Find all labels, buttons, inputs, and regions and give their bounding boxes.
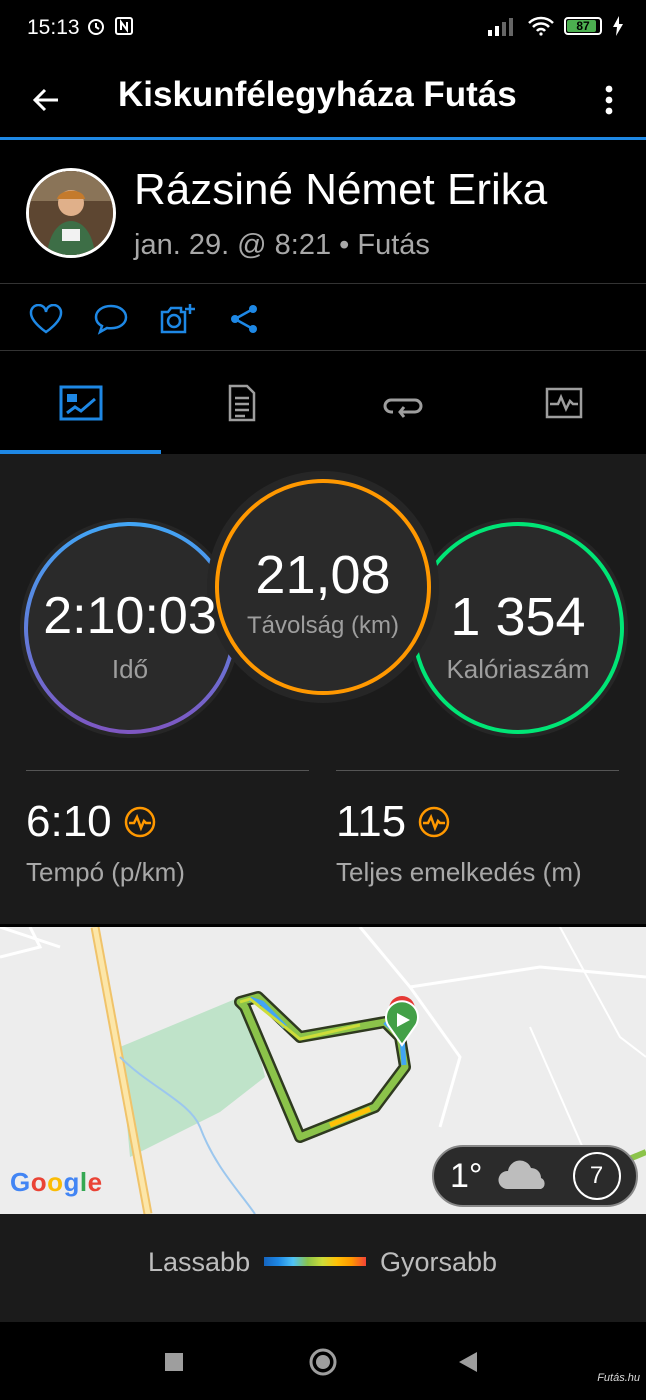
pace-label: Tempó (p/km) — [26, 857, 185, 887]
add-photo-button[interactable] — [158, 299, 198, 339]
activity-icon — [418, 806, 450, 838]
wind-speed: 7 — [589, 1162, 604, 1189]
overflow-menu-button[interactable] — [594, 78, 624, 122]
weather-badge[interactable]: 1° 7 — [432, 1145, 638, 1207]
signal-icon — [488, 18, 513, 36]
speed-gradient — [264, 1257, 366, 1266]
tab-details[interactable] — [161, 352, 322, 454]
calories-value: 1 354 — [450, 586, 586, 647]
distance-label: Távolság (km) — [246, 612, 400, 639]
system-nav-bar — [0, 1322, 646, 1400]
tab-charts[interactable] — [483, 352, 644, 454]
temperature: 1° — [450, 1156, 483, 1195]
home-button[interactable] — [303, 1342, 343, 1382]
arrow-back-icon — [32, 88, 58, 112]
nfc-icon — [115, 17, 133, 35]
triangle-icon — [459, 1352, 477, 1372]
cloud-icon — [498, 1160, 545, 1189]
heart-icon — [29, 304, 63, 334]
activity-tabs — [0, 352, 646, 454]
back-nav-button[interactable] — [448, 1342, 488, 1382]
wind-indicator: 7 — [572, 1152, 621, 1200]
avatar[interactable] — [26, 168, 116, 258]
elevation-label: Teljes emelkedés (m) — [336, 857, 582, 887]
more-vert-icon — [605, 85, 613, 115]
summary-stats: 2:10:03 Idő 1 354 Kalóriaszám 21,08 Távo… — [0, 454, 646, 924]
tab-stats[interactable] — [0, 352, 161, 454]
share-icon — [231, 305, 257, 333]
stats-icon — [59, 385, 102, 421]
chart-icon — [545, 387, 582, 419]
activity-icon — [124, 806, 155, 838]
legend-slow-label: Lassabb — [148, 1247, 251, 1277]
avatar-photo — [29, 171, 113, 255]
elevation-stat: 115 Teljes emelkedés (m) — [336, 770, 619, 888]
google-logo: Google — [10, 1167, 103, 1197]
app-bar: Kiskunfélegyháza Futás — [0, 60, 646, 140]
status-bar: 15:13 87 — [0, 0, 646, 60]
user-name[interactable]: Rázsiné Német Erika — [134, 165, 547, 215]
page-title: Kiskunfélegyháza Futás — [118, 75, 517, 114]
loop-icon — [383, 398, 422, 418]
wifi-icon — [528, 16, 554, 36]
calories-label: Kalóriaszám — [446, 653, 590, 684]
tab-laps[interactable] — [322, 352, 483, 454]
pace-legend: Lassabb Gyorsabb — [0, 1214, 646, 1322]
activity-date-type: jan. 29. @ 8:21 • Futás — [134, 229, 430, 261]
elevation-value: 115 — [336, 797, 407, 846]
battery-indicator: 87 — [564, 17, 602, 35]
circle-icon — [309, 1348, 337, 1376]
pace-value: 6:10 — [26, 797, 112, 846]
back-button[interactable] — [24, 78, 68, 122]
distance-value: 21,08 — [255, 545, 391, 605]
like-button[interactable] — [26, 299, 66, 339]
time-label: Idő — [111, 653, 149, 684]
status-time: 15:13 — [27, 16, 80, 39]
comment-button[interactable] — [91, 299, 131, 339]
charging-icon — [613, 16, 623, 36]
distance-stat: 21,08 Távolság (km) — [206, 470, 440, 704]
alarm-icon — [88, 19, 104, 35]
pace-stat: 6:10 Tempó (p/km) — [26, 770, 309, 888]
time-value: 2:10:03 — [43, 586, 217, 645]
square-icon — [165, 1353, 183, 1371]
add-photo-icon — [160, 304, 195, 334]
recents-button[interactable] — [154, 1342, 194, 1382]
legend-fast-label: Gyorsabb — [380, 1247, 498, 1277]
watermark: Futás.hu — [597, 1372, 640, 1384]
social-actions — [0, 285, 646, 351]
activity-owner: Rázsiné Német Erika jan. 29. @ 8:21 • Fu… — [0, 143, 646, 284]
comment-icon — [94, 304, 128, 335]
document-icon — [228, 384, 255, 422]
share-button[interactable] — [224, 299, 264, 339]
route-map[interactable]: Google 1° 7 — [0, 927, 646, 1214]
